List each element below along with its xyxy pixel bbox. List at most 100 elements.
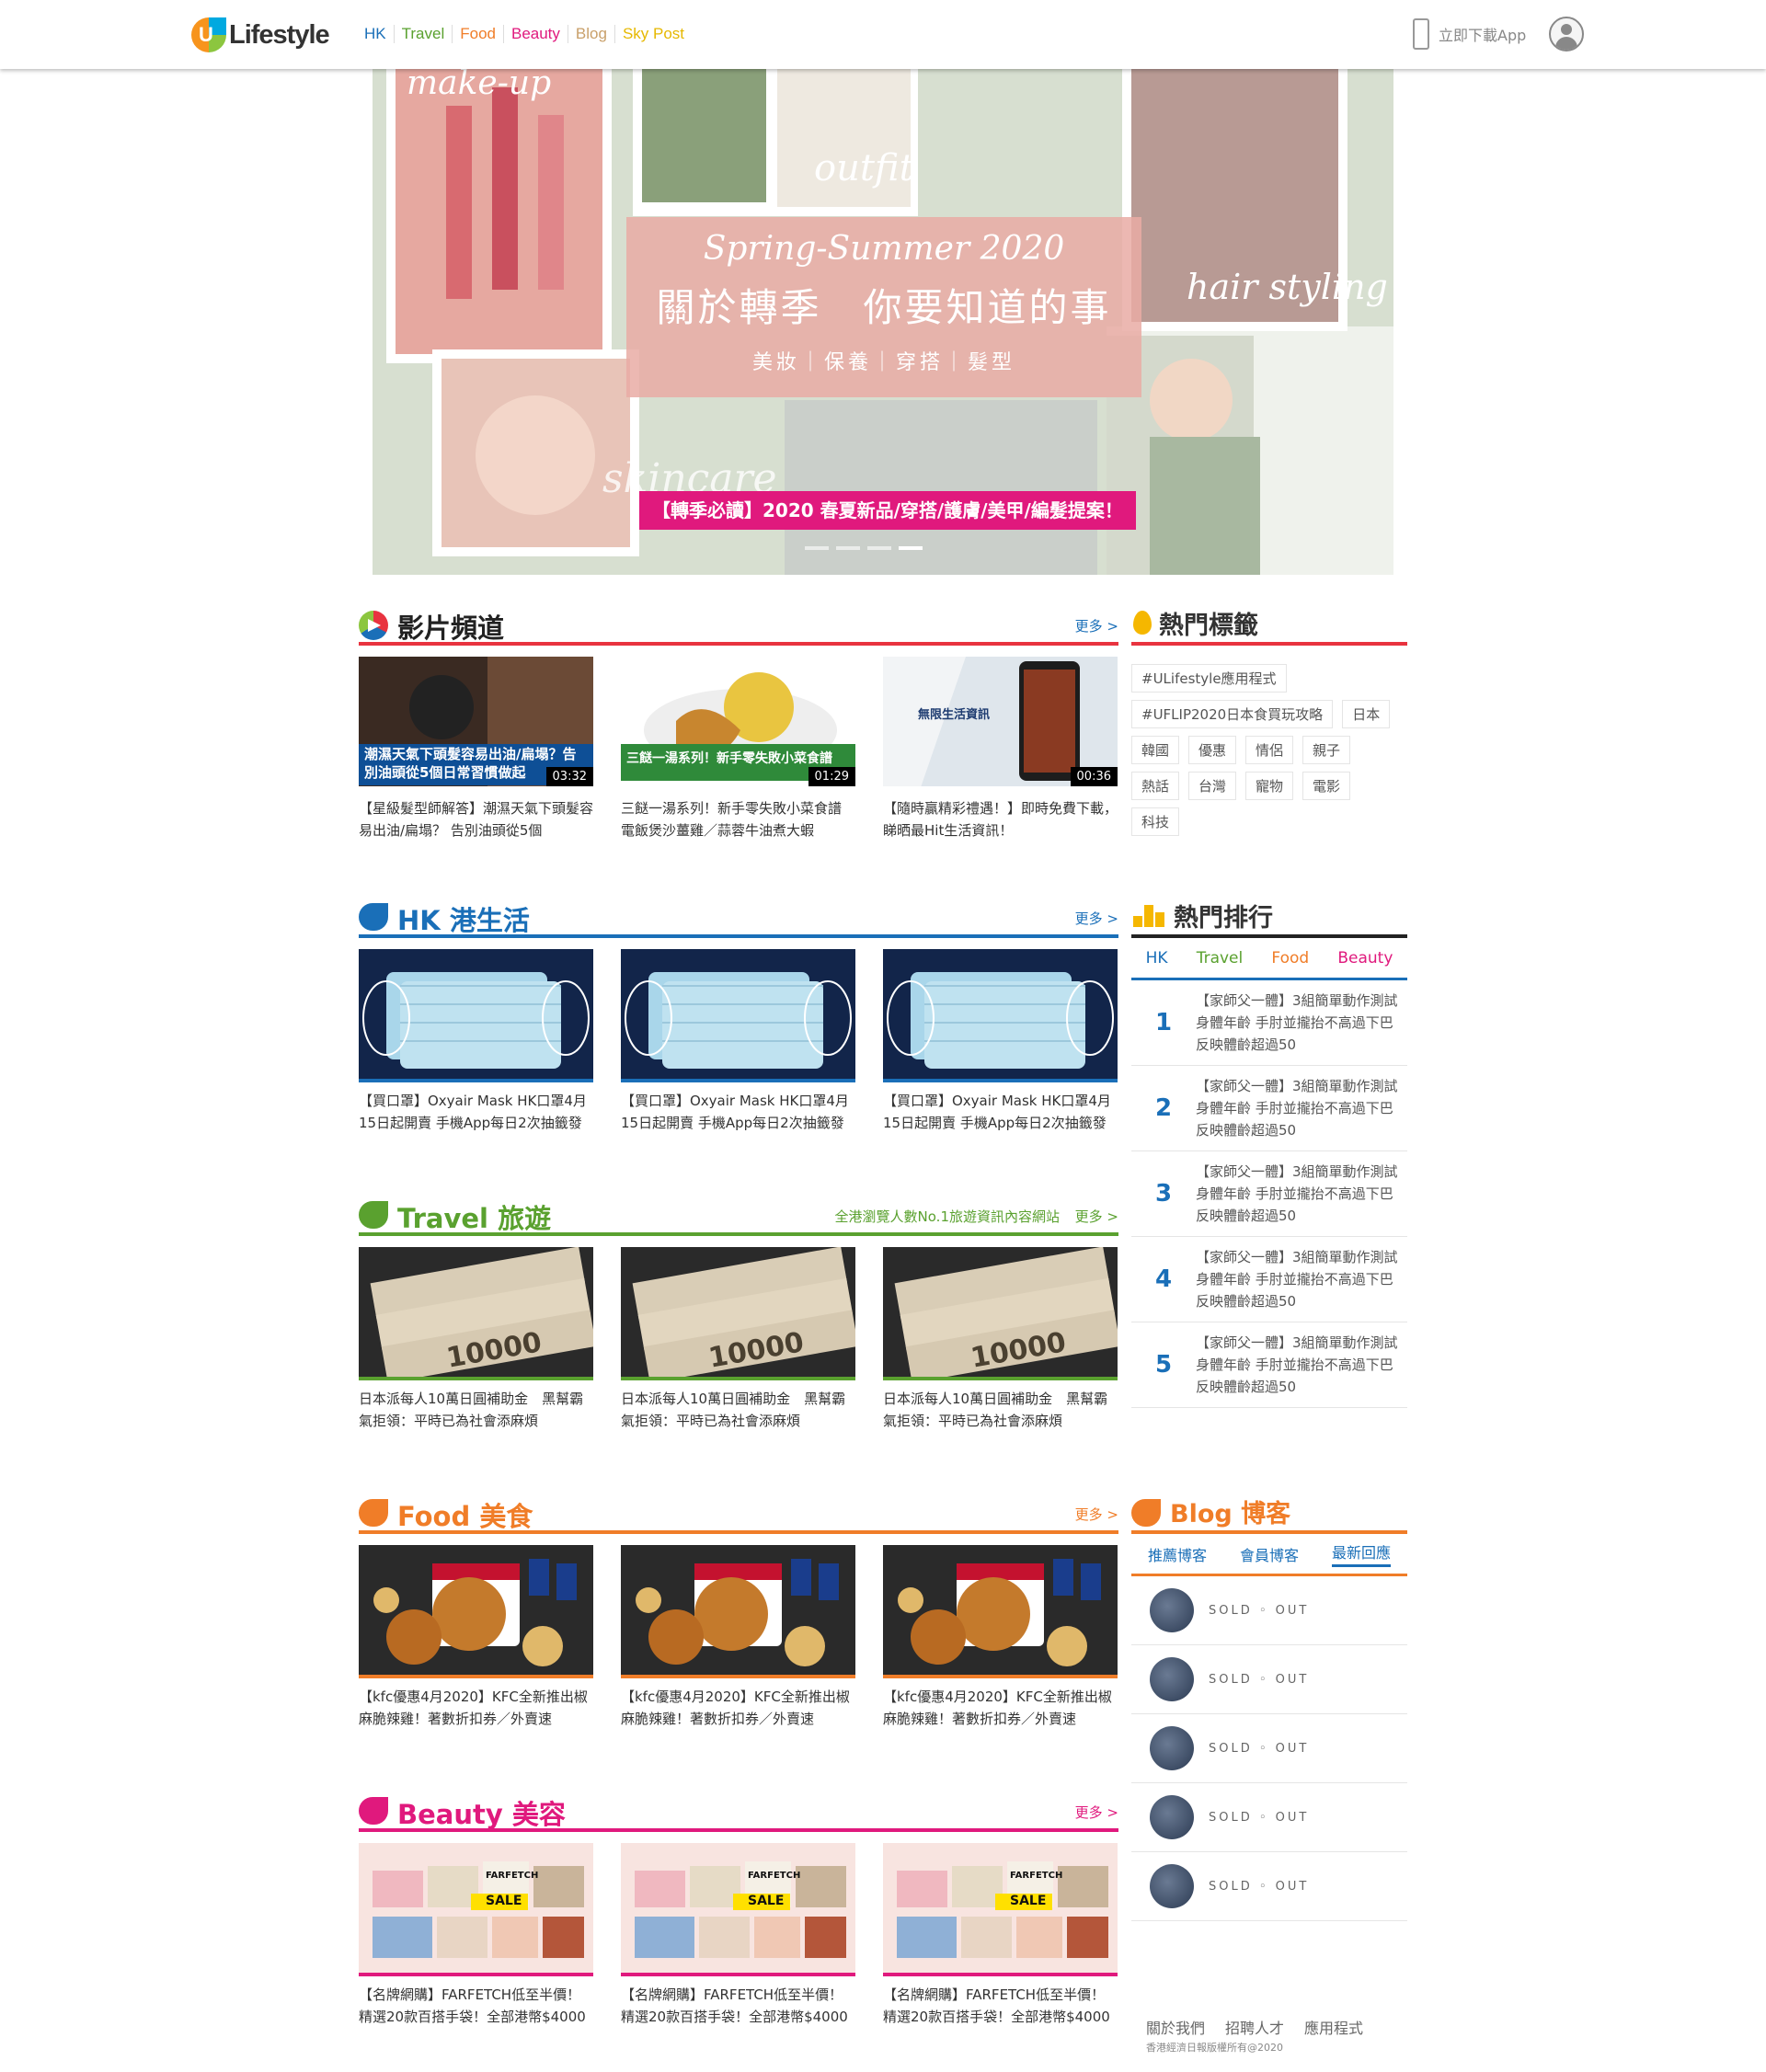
hot-tag[interactable]: 台灣 <box>1188 772 1237 800</box>
article-caption[interactable]: 【kfc優惠4月2020】KFC全新推出椒麻脆辣雞！著數折扣券／外賣速 <box>621 1686 855 1730</box>
blogger-avatar[interactable] <box>1150 1864 1194 1908</box>
nav-item-sky-post[interactable]: Sky Post <box>614 25 692 43</box>
article-card[interactable]: FARFETCH SALE 【名牌網購】FARFETCH低至半價！精選20款百搭手袋… <box>621 1843 855 2028</box>
rank-title[interactable]: 【家師父一體】3組簡單動作測試身體年齡 手肘並攏抬不高過下巴反映體齡超過50 <box>1196 1246 1398 1312</box>
article-caption[interactable]: 日本派每人10萬日圓補助金 黑幫霸氣拒領：平時已為社會添麻煩 <box>359 1388 593 1432</box>
blogger-avatar[interactable] <box>1150 1588 1194 1632</box>
hero-banner[interactable]: make-up outfit hair styling skincare Spr… <box>373 69 1393 575</box>
hot-tag[interactable]: 日本 <box>1342 700 1391 728</box>
article-caption[interactable]: 日本派每人10萬日圓補助金 黑幫霸氣拒領：平時已為社會添麻煩 <box>621 1388 855 1432</box>
article-card[interactable]: 【kfc優惠4月2020】KFC全新推出椒麻脆辣雞！著數折扣券／外賣速 <box>883 1545 1118 1730</box>
blogger-name[interactable]: SOLD ◦ OUT <box>1209 1742 1309 1756</box>
hot-tag[interactable]: 寵物 <box>1245 772 1294 800</box>
article-caption[interactable]: 【買口罩】Oxyair Mask HK口罩4月15日起開賣 手機App每日2次抽… <box>359 1090 593 1134</box>
footer-link[interactable]: 關於我們 <box>1146 2020 1205 2037</box>
rank-title[interactable]: 【家師父一體】3組簡單動作測試身體年齡 手肘並攏抬不高過下巴反映體齡超過50 <box>1196 1161 1398 1227</box>
article-thumbnail[interactable]: 無限生活資訊 00:36 <box>883 657 1118 790</box>
article-thumbnail[interactable] <box>621 949 855 1082</box>
article-thumbnail[interactable]: 10000 <box>359 1247 593 1380</box>
carousel-dot[interactable] <box>867 546 891 550</box>
ranking-tab-beauty[interactable]: Beauty <box>1337 949 1393 967</box>
ranking-item[interactable]: 5 【家師父一體】3組簡單動作測試身體年齡 手肘並攏抬不高過下巴反映體齡超過50 <box>1131 1322 1407 1408</box>
carousel-dot[interactable] <box>805 546 829 550</box>
carousel-dots[interactable] <box>805 546 923 550</box>
hot-tag[interactable]: 韓國 <box>1131 736 1180 764</box>
user-account-icon[interactable] <box>1549 17 1584 52</box>
nav-item-hk[interactable]: HK <box>357 25 394 43</box>
blog-item[interactable]: SOLD ◦ OUT <box>1131 1714 1407 1783</box>
article-card[interactable]: 【kfc優惠4月2020】KFC全新推出椒麻脆辣雞！著數折扣券／外賣速 <box>621 1545 855 1730</box>
article-thumbnail[interactable]: 潮濕天氣下頭髮容易出油/扁塌？告別油頭從5個日常習慣做起 03:32 <box>359 657 593 790</box>
article-thumbnail[interactable] <box>359 949 593 1082</box>
hot-tag[interactable]: #UFLIP2020日本食買玩攻略 <box>1131 700 1334 728</box>
footer-link[interactable]: 招聘人才 <box>1225 2020 1284 2037</box>
article-thumbnail[interactable]: 10000 <box>621 1247 855 1380</box>
article-thumbnail[interactable]: FARFETCH SALE <box>621 1843 855 1976</box>
article-thumbnail[interactable]: 三餸一湯系列！新手零失敗小菜食譜 01:29 <box>621 657 855 790</box>
article-caption[interactable]: 【買口罩】Oxyair Mask HK口罩4月15日起開賣 手機App每日2次抽… <box>621 1090 855 1134</box>
article-card[interactable]: 【買口罩】Oxyair Mask HK口罩4月15日起開賣 手機App每日2次抽… <box>621 949 855 1134</box>
site-logo[interactable]: U Lifestyle <box>191 17 330 53</box>
article-card[interactable]: FARFETCH SALE 【名牌網購】FARFETCH低至半價！精選20款百搭手袋… <box>359 1843 593 2028</box>
ranking-tab-travel[interactable]: Travel <box>1197 949 1244 967</box>
blog-item[interactable]: SOLD ◦ OUT <box>1131 1576 1407 1645</box>
article-thumbnail[interactable]: FARFETCH SALE <box>883 1843 1118 1976</box>
hot-tag[interactable]: 熱話 <box>1131 772 1180 800</box>
hot-tag[interactable]: #ULifestyle應用程式 <box>1131 664 1287 693</box>
blogger-avatar[interactable] <box>1150 1795 1194 1839</box>
article-caption[interactable]: 【買口罩】Oxyair Mask HK口罩4月15日起開賣 手機App每日2次抽… <box>883 1090 1118 1134</box>
blog-tab[interactable]: 推薦博客 <box>1148 1543 1207 1565</box>
more-link[interactable]: 更多 > <box>1075 1207 1118 1226</box>
article-caption[interactable]: 日本派每人10萬日圓補助金 黑幫霸氣拒領：平時已為社會添麻煩 <box>883 1388 1118 1432</box>
blogger-avatar[interactable] <box>1150 1657 1194 1701</box>
article-card[interactable]: 【kfc優惠4月2020】KFC全新推出椒麻脆辣雞！著數折扣券／外賣速 <box>359 1545 593 1730</box>
article-thumbnail[interactable]: 10000 <box>883 1247 1118 1380</box>
article-thumbnail[interactable]: FARFETCH SALE <box>359 1843 593 1976</box>
ranking-item[interactable]: 4 【家師父一體】3組簡單動作測試身體年齡 手肘並攏抬不高過下巴反映體齡超過50 <box>1131 1237 1407 1322</box>
article-caption[interactable]: 【星級髮型師解答】潮濕天氣下頭髮容易出油/扁塌？ 告別油頭從5個 <box>359 797 593 841</box>
article-caption[interactable]: 【kfc優惠4月2020】KFC全新推出椒麻脆辣雞！著數折扣券／外賣速 <box>359 1686 593 1730</box>
ranking-tab-hk[interactable]: HK <box>1146 949 1168 967</box>
article-card[interactable]: 三餸一湯系列！新手零失敗小菜食譜 01:29 三餸一湯系列！新手零失敗小菜食譜 電飯… <box>621 657 855 841</box>
article-thumbnail[interactable] <box>359 1545 593 1678</box>
article-caption[interactable]: 【kfc優惠4月2020】KFC全新推出椒麻脆辣雞！著數折扣券／外賣速 <box>883 1686 1118 1730</box>
blogger-name[interactable]: SOLD ◦ OUT <box>1209 1811 1309 1825</box>
ranking-tab-food[interactable]: Food <box>1271 949 1309 967</box>
blog-item[interactable]: SOLD ◦ OUT <box>1131 1783 1407 1852</box>
download-app-link[interactable]: 立即下載App <box>1413 18 1526 50</box>
ranking-item[interactable]: 2 【家師父一體】3組簡單動作測試身體年齡 手肘並攏抬不高過下巴反映體齡超過50 <box>1131 1066 1407 1151</box>
article-card[interactable]: 【買口罩】Oxyair Mask HK口罩4月15日起開賣 手機App每日2次抽… <box>359 949 593 1134</box>
nav-item-travel[interactable]: Travel <box>393 25 453 43</box>
hot-tag[interactable]: 科技 <box>1131 807 1180 836</box>
more-link[interactable]: 更多 > <box>1075 616 1118 635</box>
article-caption[interactable]: 【名牌網購】FARFETCH低至半價！精選20款百搭手袋！全部港幣$4000 <box>359 1984 593 2028</box>
article-thumbnail[interactable] <box>883 1545 1118 1678</box>
hot-tag[interactable]: 親子 <box>1302 736 1351 764</box>
more-link[interactable]: 更多 > <box>1075 1803 1118 1822</box>
article-caption[interactable]: 三餸一湯系列！新手零失敗小菜食譜 電飯煲沙薑雞／蒜蓉牛油煮大蝦 <box>621 797 855 841</box>
hot-tag[interactable]: 情侶 <box>1245 736 1294 764</box>
blogger-name[interactable]: SOLD ◦ OUT <box>1209 1880 1309 1894</box>
article-caption[interactable]: 【名牌網購】FARFETCH低至半價！精選20款百搭手袋！全部港幣$4000 <box>883 1984 1118 2028</box>
footer-link[interactable]: 應用程式 <box>1304 2020 1363 2037</box>
article-card[interactable]: 10000 日本派每人10萬日圓補助金 黑幫霸氣拒領：平時已為社會添麻煩 <box>883 1247 1118 1432</box>
blog-item[interactable]: SOLD ◦ OUT <box>1131 1852 1407 1921</box>
article-card[interactable]: 無限生活資訊 00:36 【隨時贏精彩禮遇！】即時免費下載，睇晒最Hit生活資訊！ <box>883 657 1118 841</box>
rank-title[interactable]: 【家師父一體】3組簡單動作測試身體年齡 手肘並攏抬不高過下巴反映體齡超過50 <box>1196 1075 1398 1141</box>
article-card[interactable]: 10000 日本派每人10萬日圓補助金 黑幫霸氣拒領：平時已為社會添麻煩 <box>621 1247 855 1432</box>
nav-item-food[interactable]: Food <box>452 25 503 43</box>
ranking-item[interactable]: 1 【家師父一體】3組簡單動作測試身體年齡 手肘並攏抬不高過下巴反映體齡超過50 <box>1131 980 1407 1066</box>
hot-tag[interactable]: 電影 <box>1302 772 1351 800</box>
article-caption[interactable]: 【名牌網購】FARFETCH低至半價！精選20款百搭手袋！全部港幣$4000 <box>621 1984 855 2028</box>
hot-tag[interactable]: 優惠 <box>1188 736 1237 764</box>
article-card[interactable]: 【買口罩】Oxyair Mask HK口罩4月15日起開賣 手機App每日2次抽… <box>883 949 1118 1134</box>
nav-item-beauty[interactable]: Beauty <box>502 25 568 43</box>
more-link[interactable]: 更多 > <box>1075 909 1118 928</box>
blog-tab[interactable]: 最新回應 <box>1331 1540 1391 1567</box>
more-link[interactable]: 更多 > <box>1075 1505 1118 1524</box>
blogger-avatar[interactable] <box>1150 1726 1194 1770</box>
carousel-dot[interactable] <box>836 546 860 550</box>
blogger-name[interactable]: SOLD ◦ OUT <box>1209 1673 1309 1687</box>
blog-tab[interactable]: 會員博客 <box>1240 1543 1299 1565</box>
article-card[interactable]: 潮濕天氣下頭髮容易出油/扁塌？告別油頭從5個日常習慣做起 03:32 【星級髮型師解… <box>359 657 593 841</box>
